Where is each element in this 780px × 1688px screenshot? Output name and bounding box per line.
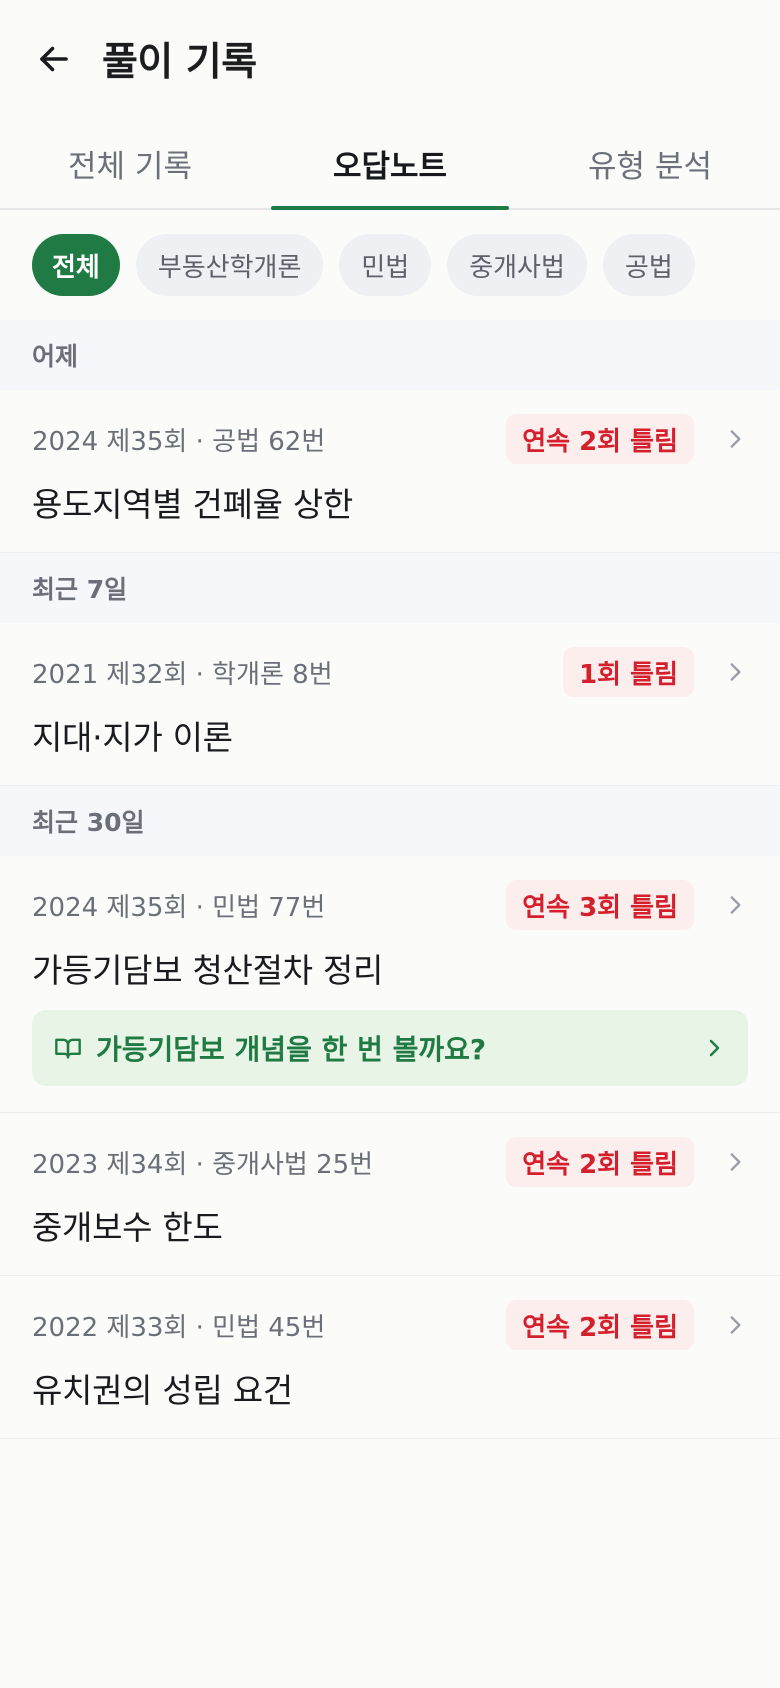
section-header-recent-30-days: 최근 30일	[0, 786, 780, 856]
book-open-icon	[54, 1033, 84, 1063]
section-header-yesterday: 어제	[0, 320, 780, 390]
tab-all-records[interactable]: 전체 기록	[0, 118, 260, 208]
chevron-right-icon[interactable]	[704, 1312, 748, 1338]
chevron-right-icon[interactable]	[704, 426, 748, 452]
wrong-count-badge: 연속 2회 틀림	[506, 414, 694, 464]
question-title: 용도지역별 건폐율 상한	[32, 485, 353, 524]
wrong-count-badge: 연속 2회 틀림	[506, 1137, 694, 1187]
question-meta: 2022 제33회 · 민법 45번	[32, 1312, 326, 1343]
question-meta: 2023 제34회 · 중개사법 25번	[32, 1149, 374, 1180]
filter-chips: 전체 부동산학개론 민법 중개사법 공법	[0, 210, 780, 320]
filter-chip-public-law[interactable]: 공법	[602, 234, 695, 296]
question-title: 가등기담보 청산절차 정리	[32, 951, 384, 990]
wrong-answer-item[interactable]: 2023 제34회 · 중개사법 25번 연속 2회 틀림 중개보수 한도	[0, 1113, 780, 1276]
filter-chip-all[interactable]: 전체	[32, 234, 120, 296]
tab-bar: 전체 기록 오답노트 유형 분석	[0, 118, 780, 210]
chevron-right-icon[interactable]	[704, 659, 748, 685]
tab-wrong-notes[interactable]: 오답노트	[260, 118, 520, 210]
chevron-right-icon	[702, 1036, 726, 1060]
filter-chip-real-estate-intro[interactable]: 부동산학개론	[135, 234, 324, 296]
wrong-answer-item[interactable]: 2024 제35회 · 민법 77번 연속 3회 틀림 가등기담보 청산절차 정…	[0, 856, 780, 1113]
question-title: 지대·지가 이론	[32, 718, 233, 757]
question-meta: 2024 제35회 · 민법 77번	[32, 892, 326, 923]
top-bar: 풀이 기록	[0, 0, 780, 118]
question-meta: 2024 제35회 · 공법 62번	[32, 426, 326, 457]
filter-chip-brokerage-law[interactable]: 중개사법	[447, 234, 587, 296]
question-meta: 2021 제32회 · 학개론 8번	[32, 659, 333, 690]
section-header-recent-7-days: 최근 7일	[0, 553, 780, 623]
question-title: 중개보수 한도	[32, 1208, 223, 1247]
question-title: 유치권의 성립 요건	[32, 1371, 293, 1410]
tab-type-analysis[interactable]: 유형 분석	[520, 118, 780, 208]
wrong-answer-item[interactable]: 2021 제32회 · 학개론 8번 1회 틀림 지대·지가 이론	[0, 623, 780, 786]
concept-review-label: 가등기담보 개념을 한 번 볼까요?	[96, 1033, 487, 1066]
wrong-count-badge: 연속 3회 틀림	[506, 880, 694, 930]
chevron-right-icon[interactable]	[704, 892, 748, 918]
wrong-answer-item[interactable]: 2024 제35회 · 공법 62번 연속 2회 틀림 용도지역별 건폐율 상한	[0, 390, 780, 553]
arrow-left-icon	[40, 46, 68, 72]
back-button[interactable]	[32, 37, 76, 81]
chevron-right-icon[interactable]	[704, 1149, 748, 1175]
filter-chip-civil-law[interactable]: 민법	[339, 234, 432, 296]
page-title: 풀이 기록	[102, 40, 257, 85]
concept-review-link[interactable]: 가등기담보 개념을 한 번 볼까요?	[32, 1010, 748, 1086]
wrong-count-badge: 1회 틀림	[563, 647, 694, 697]
wrong-count-badge: 연속 2회 틀림	[506, 1300, 694, 1350]
app-screen: 풀이 기록 전체 기록 오답노트 유형 분석 전체 부동산학개론 민법 중개사법…	[0, 0, 780, 1688]
wrong-answer-item[interactable]: 2022 제33회 · 민법 45번 연속 2회 틀림 유치권의 성립 요건	[0, 1276, 780, 1439]
